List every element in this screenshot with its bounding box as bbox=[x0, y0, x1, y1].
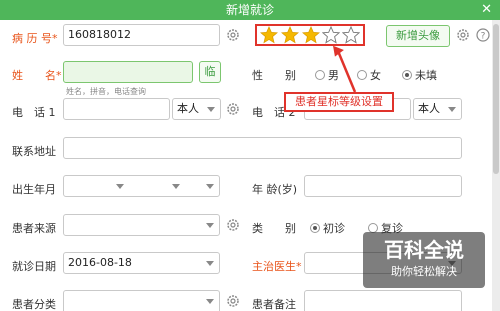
visit-date-select[interactable]: 2016-08-18 bbox=[63, 252, 220, 274]
annotation-callout: 患者星标等级设置 bbox=[284, 92, 394, 112]
add-avatar-button[interactable]: 新增头像 bbox=[386, 25, 450, 47]
watermark-subtitle: 助你轻松解决 bbox=[391, 265, 457, 278]
address-input[interactable] bbox=[63, 137, 462, 159]
birth-select[interactable] bbox=[63, 175, 220, 197]
watermark-logo: 百科全说 助你轻松解决 bbox=[363, 232, 485, 288]
annotation-arrow-icon bbox=[333, 45, 357, 93]
gender-female-label: 女 bbox=[370, 69, 381, 82]
scrollbar-thumb[interactable] bbox=[493, 24, 499, 174]
source-label: 患者来源 bbox=[12, 222, 56, 235]
visit-date-label: 就诊日期 bbox=[12, 260, 56, 273]
age-label: 年 龄(岁) bbox=[252, 183, 298, 196]
birth-label: 出生年月 bbox=[12, 183, 56, 196]
watermark-title: 百科全说 bbox=[384, 238, 464, 262]
remark-input[interactable] bbox=[304, 290, 462, 311]
age-input[interactable] bbox=[304, 175, 462, 197]
chevron-down-icon bbox=[172, 184, 180, 189]
case-no-label: 病 历 号* bbox=[12, 32, 58, 45]
visit-type-label: 类 别 bbox=[252, 222, 296, 235]
visit-type-first-label: 初诊 bbox=[323, 222, 345, 235]
gear-icon[interactable] bbox=[456, 28, 470, 42]
chevron-down-icon bbox=[206, 184, 214, 189]
name-search-button[interactable]: 临 bbox=[199, 61, 221, 83]
name-hint: 姓名，拼音，电话查询 bbox=[66, 87, 146, 96]
scrollbar[interactable] bbox=[492, 20, 500, 311]
window-title: 新增就诊 bbox=[225, 3, 274, 17]
remark-label: 患者备注 bbox=[252, 298, 296, 311]
help-icon[interactable]: ? bbox=[476, 28, 490, 42]
name-label: 姓 名* bbox=[12, 69, 62, 82]
gear-icon[interactable] bbox=[226, 294, 240, 308]
category-select[interactable] bbox=[63, 290, 220, 311]
phone2-relation-value: 本人 bbox=[418, 102, 440, 115]
star-filled-icon[interactable] bbox=[260, 26, 278, 44]
chevron-down-icon bbox=[207, 107, 215, 112]
star-filled-icon[interactable] bbox=[302, 26, 320, 44]
phone1-relation-select[interactable]: 本人 bbox=[172, 98, 221, 120]
gender-unfilled-radio[interactable] bbox=[402, 70, 412, 80]
gear-icon[interactable] bbox=[226, 28, 240, 42]
visit-date-value: 2016-08-18 bbox=[68, 256, 132, 269]
phone1-label: 电 话 1 bbox=[12, 106, 56, 119]
gear-icon[interactable] bbox=[226, 218, 240, 232]
name-input[interactable] bbox=[63, 61, 193, 83]
case-no-input[interactable]: 160818012 bbox=[63, 24, 220, 46]
phone1-relation-value: 本人 bbox=[177, 102, 199, 115]
chevron-down-icon bbox=[448, 107, 456, 112]
star-empty-icon[interactable] bbox=[322, 26, 340, 44]
title-bar: 新增就诊 ✕ bbox=[0, 0, 500, 20]
star-filled-icon[interactable] bbox=[281, 26, 299, 44]
gender-male-radio[interactable] bbox=[315, 70, 325, 80]
source-select[interactable] bbox=[63, 214, 220, 236]
svg-text:?: ? bbox=[481, 32, 486, 42]
star-empty-icon[interactable] bbox=[342, 26, 360, 44]
category-label: 患者分类 bbox=[12, 298, 56, 311]
gender-label: 性 别 bbox=[252, 69, 296, 82]
visit-type-first-radio[interactable] bbox=[310, 223, 320, 233]
chevron-down-icon bbox=[206, 223, 214, 228]
close-icon[interactable]: ✕ bbox=[481, 0, 492, 20]
gear-icon[interactable] bbox=[226, 102, 240, 116]
doctor-label: 主治医生* bbox=[252, 260, 302, 273]
chevron-down-icon bbox=[206, 299, 214, 304]
address-label: 联系地址 bbox=[12, 145, 56, 158]
phone1-input[interactable] bbox=[63, 98, 170, 120]
chevron-down-icon bbox=[116, 184, 124, 189]
phone2-relation-select[interactable]: 本人 bbox=[413, 98, 462, 120]
gender-unfilled-label: 未填 bbox=[415, 69, 437, 82]
chevron-down-icon bbox=[206, 261, 214, 266]
